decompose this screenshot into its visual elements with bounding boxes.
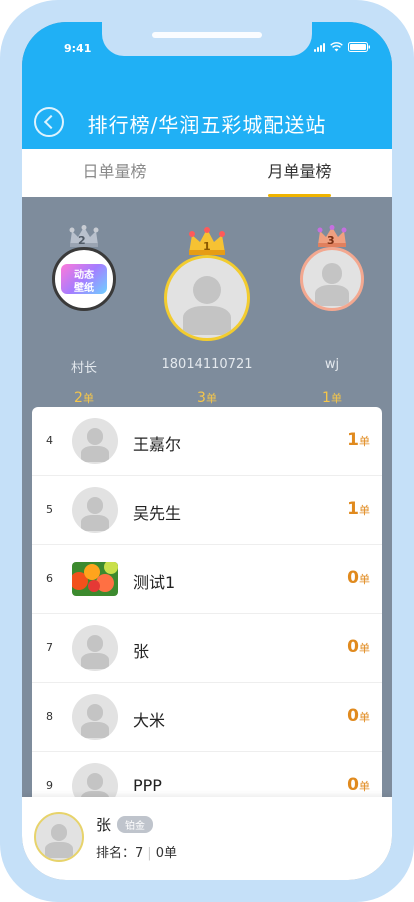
my-name: 张 <box>96 816 112 834</box>
rank-count: 0单 <box>347 775 370 795</box>
rank-number: 5 <box>46 503 53 516</box>
page-title: 排行榜/华润五彩城配送站 <box>87 113 327 137</box>
rank-name: 王嘉尔 <box>133 435 182 454</box>
podium-count: 3单 <box>197 390 217 406</box>
podium-third[interactable]: 3 wj 1单 <box>292 197 372 407</box>
rank-name: 测试1 <box>133 573 176 592</box>
first-rank-label: 1 <box>203 240 211 253</box>
status-icons <box>314 42 370 52</box>
status-time: 9:41 <box>64 42 92 55</box>
rank-count: 0单 <box>347 568 370 588</box>
avatar <box>72 418 118 464</box>
avatar <box>72 625 118 671</box>
avatar: 动态 壁纸 <box>52 247 116 311</box>
podium-name: wj <box>324 357 340 372</box>
rank-number: 9 <box>46 779 53 792</box>
signal-icon <box>314 42 325 52</box>
third-rank-label: 3 <box>327 234 335 247</box>
podium: 2 动态 壁纸 村长 2单 1 18014110721 3单 3 wj 1单 <box>22 197 392 407</box>
rank-count: 0单 <box>347 706 370 726</box>
avatar-text-bottom: 壁纸 <box>74 283 94 294</box>
rank-number: 6 <box>46 572 53 585</box>
list-item[interactable]: 7 张 0单 <box>32 614 382 683</box>
avatar <box>300 247 364 311</box>
rank-count: 0单 <box>347 637 370 657</box>
podium-count: 2单 <box>74 390 94 406</box>
rank-name: 吴先生 <box>133 504 182 523</box>
rank-name: PPP <box>133 776 162 795</box>
avatar <box>72 487 118 533</box>
podium-name: 18014110721 <box>161 357 253 372</box>
rank-count: 1单 <box>347 499 370 519</box>
rank-number: 8 <box>46 710 53 723</box>
second-rank-label: 2 <box>78 234 86 247</box>
rank-number: 4 <box>46 434 53 447</box>
avatar <box>72 694 118 740</box>
device-notch <box>102 22 312 56</box>
podium-first[interactable]: 1 18014110721 3单 <box>162 197 252 407</box>
app-screen: 9:41 排行榜/华润五彩城配送站 日单量榜 月单量榜 2 动态 壁纸 村长 2… <box>22 22 392 880</box>
podium-second[interactable]: 2 动态 壁纸 村长 2单 <box>44 197 124 407</box>
my-rank-summary: 排名：7 | 0单 <box>96 846 177 861</box>
tab-daily[interactable]: 日单量榜 <box>22 149 207 197</box>
list-item[interactable]: 8 大米 0单 <box>32 683 382 752</box>
tab-monthly[interactable]: 月单量榜 <box>207 149 392 197</box>
tab-bar: 日单量榜 月单量榜 <box>22 149 392 197</box>
podium-name: 村长 <box>70 361 97 376</box>
fruit-avatar <box>72 556 118 602</box>
rank-name: 张 <box>133 642 150 661</box>
rank-list: 4 王嘉尔 1单 5 吴先生 1单 6 测试1 0单 7 张 0单 8 大米 0… <box>32 407 382 817</box>
podium-count: 1单 <box>322 390 342 406</box>
rank-count: 1单 <box>347 430 370 450</box>
list-item[interactable]: 4 王嘉尔 1单 <box>32 407 382 476</box>
list-item[interactable]: 5 吴先生 1单 <box>32 476 382 545</box>
level-badge: 铂金 <box>117 816 153 833</box>
phone-frame: 9:41 排行榜/华润五彩城配送站 日单量榜 月单量榜 2 动态 壁纸 村长 2… <box>0 0 414 902</box>
list-item[interactable]: 6 测试1 0单 <box>32 545 382 614</box>
wifi-icon <box>330 42 343 52</box>
battery-icon <box>348 42 370 52</box>
my-avatar <box>34 812 84 862</box>
rank-number: 7 <box>46 641 53 654</box>
avatar <box>164 255 250 341</box>
rank-name: 大米 <box>133 711 166 730</box>
my-rank-footer: 张 铂金 排名：7 | 0单 <box>22 797 392 880</box>
